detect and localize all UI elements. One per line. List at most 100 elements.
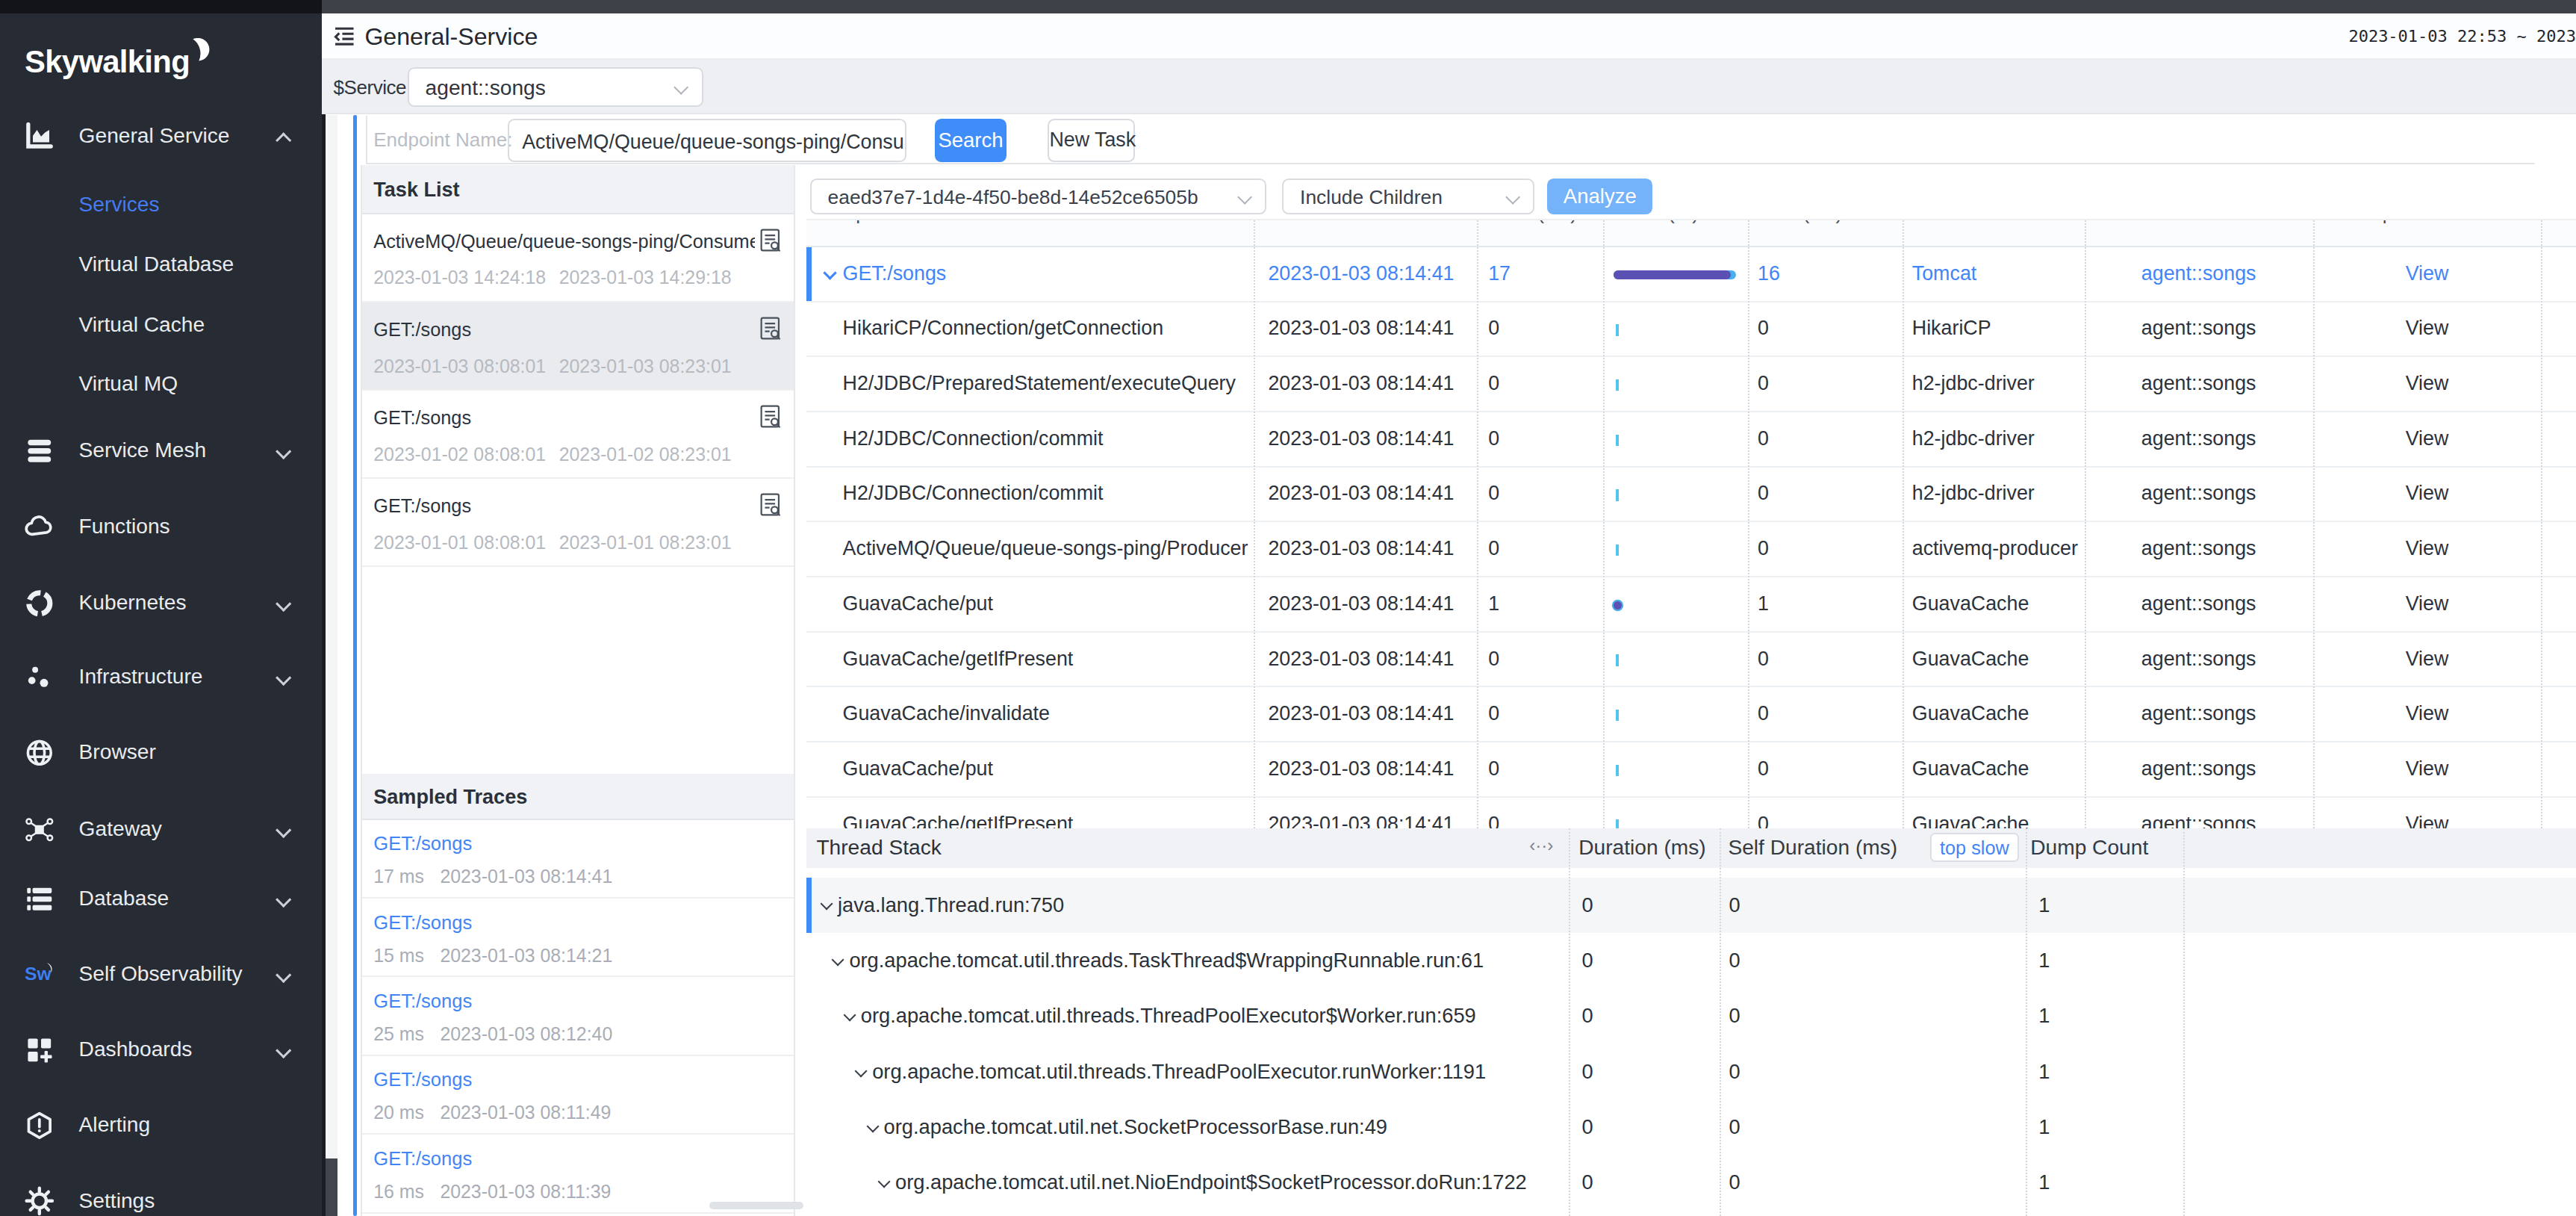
thread-stack-row[interactable]: org.apache.tomcat.util.threads.ThreadPoo… — [806, 1044, 2576, 1099]
span-table-header: Span NameStart TimeExec (ms)Exec (%)Self… — [806, 220, 2576, 247]
chevron-down-icon[interactable] — [843, 1009, 856, 1022]
span-table-column-label: API — [1911, 220, 1944, 226]
self-duration-column-label: Self Duration (ms) — [1728, 836, 1897, 860]
chevron-down-icon[interactable] — [824, 267, 838, 281]
sampled-trace-item[interactable]: GET:/songs 25 ms 2023-01-03 08:12:40 — [362, 977, 794, 1055]
span-table-row[interactable]: GET:/songs 2023-01-03 08:14:41 17 16 Tom… — [806, 247, 2576, 303]
sidebar-item-services[interactable]: Services — [0, 181, 322, 230]
service-label: $Service — [334, 76, 406, 99]
thread-stack-row[interactable]: org.apache.tomcat.util.net.SocketProcess… — [806, 1099, 2576, 1155]
duration-bar — [1614, 247, 1745, 303]
sampled-trace-item[interactable]: GET:/songs 20 ms 2023-01-03 08:11:49 — [362, 1056, 794, 1135]
sidebar-item-browser[interactable]: Browser — [0, 728, 322, 778]
duration-bar — [1614, 633, 1745, 688]
view-report-icon[interactable] — [759, 404, 783, 430]
thread-stack-title: Thread Stack — [816, 836, 941, 860]
sidebar-item-gateway[interactable]: Gateway — [0, 805, 322, 854]
view-report-icon[interactable] — [759, 228, 783, 254]
chevron-down-icon — [674, 80, 689, 95]
duration-bar — [1614, 468, 1745, 523]
task-list-item[interactable]: GET:/songs 2023-01-01 08:08:012023-01-01… — [362, 479, 794, 567]
view-report-icon[interactable] — [759, 316, 783, 342]
span-table-row[interactable]: GuavaCache/getIfPresent 2023-01-03 08:14… — [806, 798, 2576, 828]
sidebar-item-database[interactable]: Database — [0, 874, 322, 923]
thread-stack-row[interactable]: org.apache.tomcat.util.net.NioEndpoint$S… — [806, 1155, 2576, 1211]
sidebar-item-alerting[interactable]: Alerting — [0, 1101, 322, 1150]
task-list-item[interactable]: GET:/songs 2023-01-02 08:08:012023-01-02… — [362, 391, 794, 479]
resize-icon[interactable]: ‹··› — [1529, 835, 1553, 856]
dump-count-column-label: Dump Count — [2030, 836, 2148, 860]
sidebar-item-settings[interactable]: Settings — [0, 1176, 322, 1216]
thread-stack-header: Thread Stack ‹··› Duration (ms) Self Dur… — [806, 828, 2576, 868]
sidebar: Skywalking General Service Services Virt… — [0, 13, 322, 1216]
window-top-strip — [0, 0, 2576, 13]
chevron-down-icon — [276, 1043, 292, 1059]
duration-bar — [1614, 522, 1745, 577]
service-bar: $Service agent::songs — [322, 60, 2576, 114]
sampled-trace-item[interactable]: GET:/songs 17 ms 2023-01-03 08:14:41 — [362, 820, 794, 899]
children-mode-select[interactable]: Include Children — [1282, 179, 1534, 214]
thread-stack-row[interactable]: org.apache.tomcat.util.threads.ThreadPoo… — [806, 989, 2576, 1044]
svg-text:Sw: Sw — [25, 963, 52, 983]
task-list-item[interactable]: GET:/songs 2023-01-03 08:08:012023-01-03… — [362, 303, 794, 391]
span-table-column-label: Service — [2121, 220, 2186, 226]
sidebar-item-infrastructure[interactable]: Infrastructure — [0, 652, 322, 701]
sampled-trace-item[interactable]: GET:/songs 15 ms 2023-01-03 08:14:21 — [362, 899, 794, 977]
horizontal-scrollbar-thumb[interactable] — [709, 1202, 803, 1209]
duration-bar — [1614, 412, 1745, 468]
duration-bar — [1614, 357, 1745, 412]
chevron-down-icon[interactable] — [866, 1120, 879, 1132]
span-table-row[interactable]: GuavaCache/put 2023-01-03 08:14:41 1 1 G… — [806, 577, 2576, 633]
span-table-row[interactable]: GuavaCache/put 2023-01-03 08:14:41 0 0 G… — [806, 742, 2576, 798]
page-scrollbar-thumb[interactable] — [326, 1158, 337, 1216]
sidebar-item-virtual-database[interactable]: Virtual Database — [0, 240, 322, 289]
time-range[interactable]: 2023-01-03 22:53 ~ 2023 — [2348, 27, 2576, 46]
content-scrollbar[interactable] — [353, 115, 356, 1216]
sidebar-item-virtual-mq[interactable]: Virtual MQ — [0, 360, 322, 409]
span-table-row[interactable]: H2/JDBC/PreparedStatement/executeQuery 2… — [806, 357, 2576, 412]
chevron-down-icon — [276, 822, 292, 839]
menu-fold-icon[interactable] — [334, 26, 355, 48]
span-table-row[interactable]: ActiveMQ/Queue/queue-songs-ping/Producer… — [806, 522, 2576, 577]
chevron-down-icon[interactable] — [832, 953, 844, 966]
segment-select[interactable]: eaed37e7-1d4e-4f50-be8d-14e52ce6505b — [810, 179, 1267, 214]
sidebar-item-virtual-cache[interactable]: Virtual Cache — [0, 301, 322, 350]
service-select[interactable]: agent::songs — [408, 67, 703, 107]
top-slow-badge[interactable]: top slow — [1930, 833, 2019, 862]
sidebar-item-service-mesh[interactable]: Service Mesh — [0, 426, 322, 476]
task-list-item[interactable]: ActiveMQ/Queue/queue-songs-ping/Consumer… — [362, 214, 794, 303]
span-table-column-label: Span Name — [843, 220, 947, 226]
chevron-down-icon — [276, 967, 292, 984]
sidebar-item-general-service[interactable]: General Service — [0, 112, 322, 161]
analyze-button[interactable]: Analyze — [1547, 179, 1652, 214]
endpoint-name-input[interactable]: ActiveMQ/Queue/queue-songs-ping/Consumer — [508, 119, 907, 161]
sidebar-item-self-observability[interactable]: Sw Self Observability — [0, 950, 322, 999]
thread-stack-row[interactable]: org.apache.tomcat.util.threads.TaskThrea… — [806, 933, 2576, 988]
sidebar-item-functions[interactable]: Functions — [0, 502, 322, 551]
sidebar-item-dashboards[interactable]: Dashboards — [0, 1026, 322, 1075]
search-button[interactable]: Search — [935, 119, 1007, 161]
thread-stack-row[interactable]: java.lang.Thread.run:750 0 0 1 — [806, 878, 2576, 933]
duration-bar — [1614, 687, 1745, 742]
span-table-row[interactable]: H2/JDBC/Connection/commit 2023-01-03 08:… — [806, 468, 2576, 523]
span-table-row[interactable]: GuavaCache/invalidate 2023-01-03 08:14:4… — [806, 687, 2576, 742]
skywalking-app: Skywalking General Service Services Virt… — [0, 0, 2576, 1216]
span-table-row[interactable]: GuavaCache/getIfPresent 2023-01-03 08:14… — [806, 633, 2576, 688]
duration-bar — [1614, 577, 1745, 633]
span-table-column-label: Exec (ms) — [1488, 220, 1577, 226]
chevron-down-icon — [276, 892, 292, 908]
chevron-down-icon[interactable] — [821, 898, 833, 911]
span-table-row[interactable]: H2/JDBC/Connection/commit 2023-01-03 08:… — [806, 412, 2576, 468]
chevron-down-icon — [1505, 190, 1520, 205]
page-scrollbar-track[interactable] — [326, 115, 337, 1216]
chevron-down-icon[interactable] — [878, 1176, 891, 1188]
duration-bar — [1614, 742, 1745, 798]
sidebar-item-kubernetes[interactable]: Kubernetes — [0, 578, 322, 627]
page-title: General-Service — [364, 23, 538, 51]
new-task-button[interactable]: New Task — [1048, 119, 1135, 161]
sampled-traces-header: Sampled Traces — [362, 774, 794, 820]
view-report-icon[interactable] — [759, 492, 783, 518]
chevron-down-icon[interactable] — [855, 1064, 868, 1077]
span-table-row[interactable]: HikariCP/Connection/getConnection 2023-0… — [806, 303, 2576, 358]
chevron-down-icon — [1237, 190, 1252, 205]
